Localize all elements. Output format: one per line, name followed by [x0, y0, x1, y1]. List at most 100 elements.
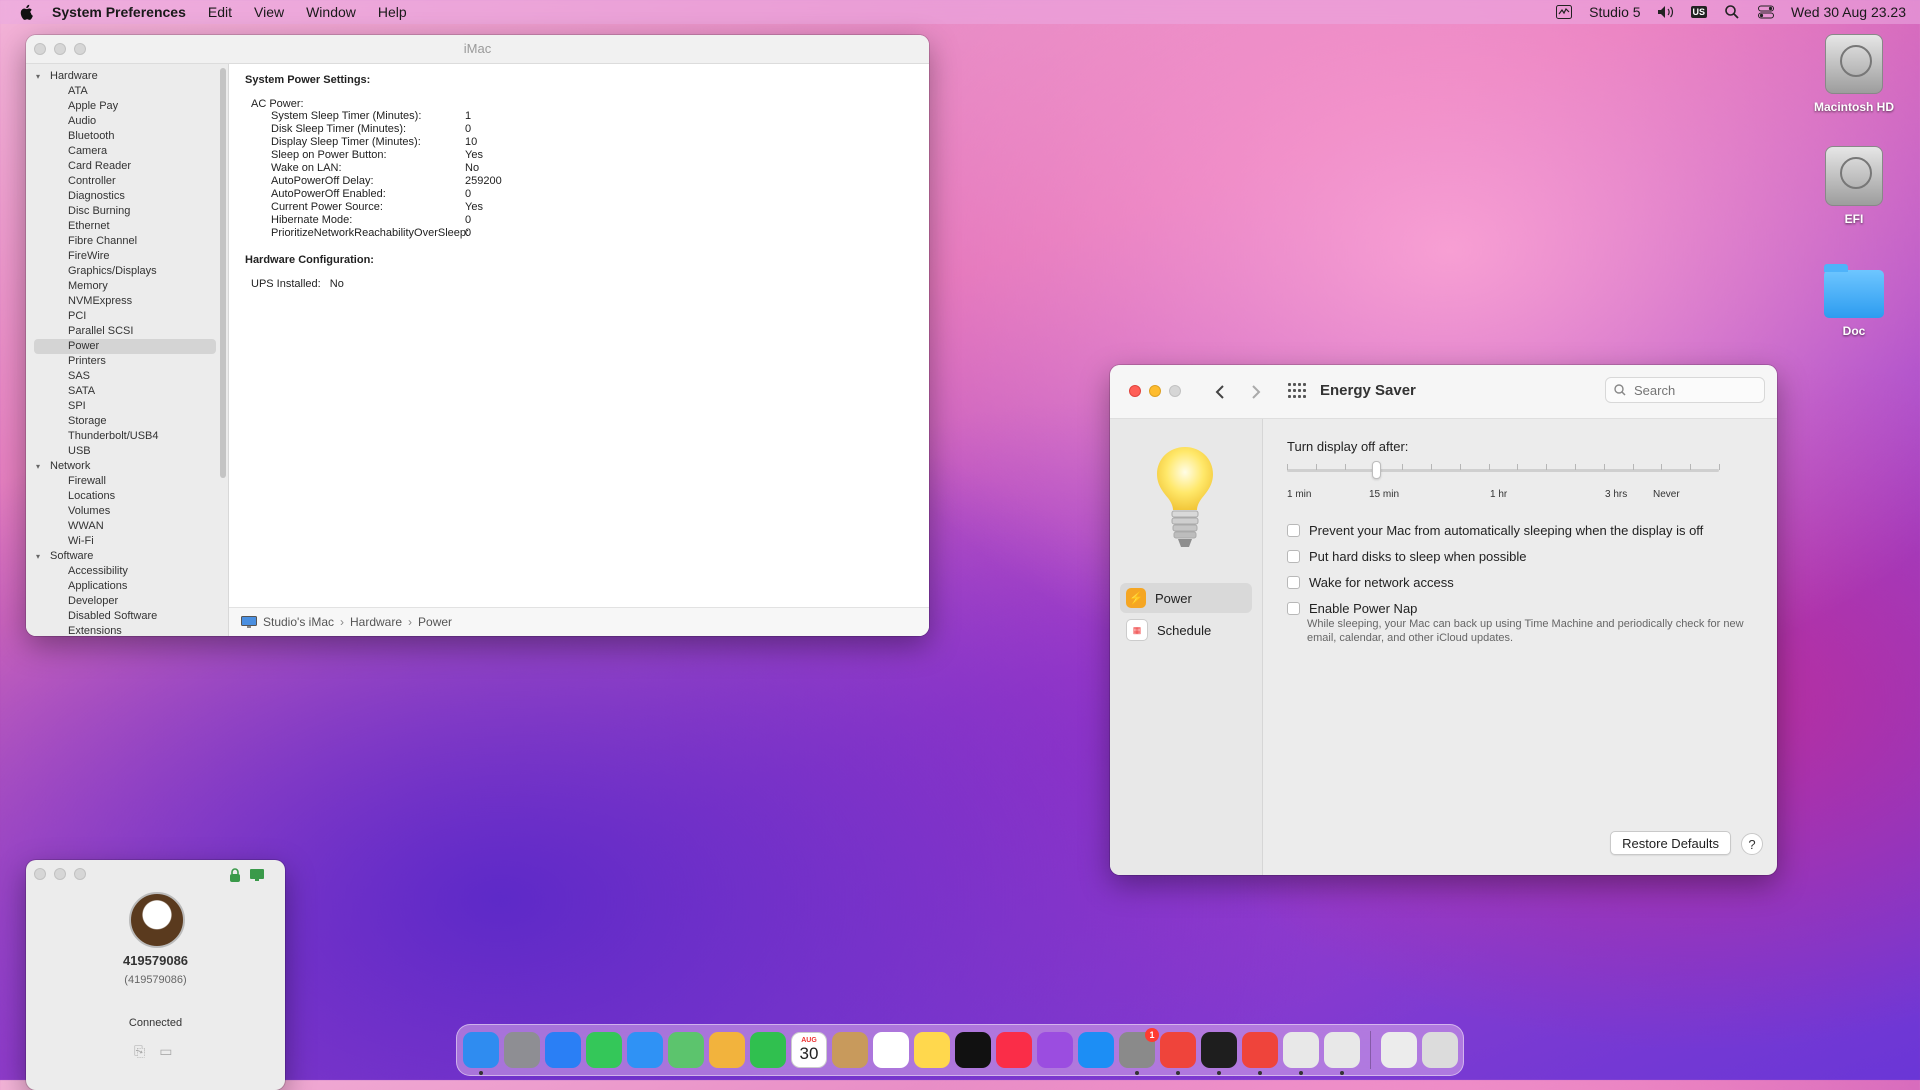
back-button[interactable] [1214, 384, 1226, 400]
tree-item[interactable]: Accessibility [26, 564, 228, 579]
tree-item[interactable]: Volumes [26, 504, 228, 519]
minimize-button[interactable] [1149, 385, 1161, 397]
system-preferences-icon[interactable]: 1 [1119, 1028, 1159, 1075]
menu-help[interactable]: Help [378, 4, 407, 20]
launchpad-icon[interactable] [504, 1032, 540, 1068]
tree-item[interactable]: Firewall [26, 474, 228, 489]
anydesk-remote-icon[interactable] [1242, 1032, 1278, 1075]
finder-icon[interactable] [463, 1032, 499, 1075]
tree-item[interactable]: Wi-Fi [26, 534, 228, 549]
tree-item[interactable]: Fibre Channel [26, 234, 228, 249]
restore-defaults-button[interactable]: Restore Defaults [1610, 831, 1731, 855]
tree-item[interactable]: PCI [26, 309, 228, 324]
messages-icon[interactable] [586, 1032, 622, 1068]
script-editor-icon[interactable] [1283, 1032, 1319, 1075]
tree-item[interactable]: Storage [26, 414, 228, 429]
control-center-icon[interactable] [1757, 4, 1775, 20]
tree-item[interactable]: Parallel SCSI [26, 324, 228, 339]
reminders-icon[interactable] [873, 1032, 909, 1068]
tree-item[interactable]: Locations [26, 489, 228, 504]
tree-item[interactable]: Developer [26, 594, 228, 609]
tree-item[interactable]: FireWire [26, 249, 228, 264]
window-toolbar[interactable]: Energy Saver [1110, 365, 1777, 419]
trash-icon[interactable] [1422, 1032, 1458, 1068]
tree-item[interactable]: WWAN [26, 519, 228, 534]
tree-item[interactable]: Apple Pay [26, 99, 228, 114]
safari-icon[interactable] [545, 1032, 581, 1068]
nav-item-schedule[interactable]: ▦ Schedule [1120, 615, 1252, 645]
breadcrumb-computer[interactable]: Studio's iMac [263, 615, 334, 629]
menu-edit[interactable]: Edit [208, 4, 232, 20]
tree-item[interactable]: Disc Burning [26, 204, 228, 219]
mail-icon[interactable] [627, 1032, 663, 1068]
search-field[interactable] [1605, 377, 1765, 403]
show-all-grid-icon[interactable] [1288, 383, 1306, 399]
terminal-icon[interactable] [1201, 1032, 1237, 1075]
disclosure-chevron-icon[interactable]: ▾ [36, 69, 46, 84]
tree-item[interactable]: ATA [26, 84, 228, 99]
sidebar-scrollbar[interactable] [220, 68, 226, 478]
tree-item[interactable]: SPI [26, 399, 228, 414]
prevent-sleep-option[interactable]: Prevent your Mac from automatically slee… [1287, 523, 1703, 538]
maps-icon[interactable] [668, 1032, 704, 1068]
tree-item[interactable]: Card Reader [26, 159, 228, 174]
display-off-slider-thumb[interactable] [1371, 461, 1381, 479]
wake-network-option[interactable]: Wake for network access [1287, 575, 1454, 590]
tree-item[interactable]: Printers [26, 354, 228, 369]
tree-item[interactable]: Ethernet [26, 219, 228, 234]
prevent-sleep-checkbox[interactable] [1287, 524, 1300, 537]
disclosure-chevron-icon[interactable]: ▾ [36, 549, 46, 564]
downloads-icon[interactable] [1381, 1032, 1417, 1068]
tree-item[interactable]: NVMExpress [26, 294, 228, 309]
desktop-icon-doc[interactable]: Doc [1804, 264, 1904, 338]
contacts-icon[interactable] [832, 1032, 868, 1068]
menubar-user-name[interactable]: Studio 5 [1589, 4, 1640, 20]
calendar-icon[interactable]: AUG 30 [791, 1032, 827, 1068]
tree-category[interactable]: ▾ Hardware [26, 69, 228, 84]
tree-item[interactable]: Thunderbolt/USB4 [26, 429, 228, 444]
music-icon[interactable] [996, 1032, 1032, 1068]
zoom-button[interactable] [1169, 385, 1181, 397]
apple-menu-icon[interactable] [18, 3, 36, 21]
keyboard-layout-badge[interactable]: US [1690, 6, 1708, 18]
tree-item[interactable]: Audio [26, 114, 228, 129]
tree-item[interactable]: Disabled Software [26, 609, 228, 624]
tree-category[interactable]: ▾ Network [26, 459, 228, 474]
facetime-icon[interactable] [750, 1032, 786, 1068]
tree-item[interactable]: Controller [26, 174, 228, 189]
power-nap-option[interactable]: Enable Power Nap [1287, 601, 1417, 616]
wake-network-checkbox[interactable] [1287, 576, 1300, 589]
lock-icon[interactable] [229, 868, 241, 882]
tree-item[interactable]: Graphics/Displays [26, 264, 228, 279]
desktop-icon-efi[interactable]: EFI [1804, 146, 1904, 226]
appstore-icon[interactable] [1078, 1032, 1114, 1068]
menubar-clock[interactable]: Wed 30 Aug 23.23 [1791, 4, 1906, 20]
appletv-icon[interactable] [955, 1032, 991, 1068]
nav-item-power[interactable]: ⚡ Power [1120, 583, 1252, 613]
menu-app-name[interactable]: System Preferences [52, 4, 186, 20]
podcasts-icon[interactable] [1037, 1032, 1073, 1068]
tree-item[interactable]: Extensions [26, 624, 228, 636]
power-nap-checkbox[interactable] [1287, 602, 1300, 615]
tree-item[interactable]: Diagnostics [26, 189, 228, 204]
display-icon[interactable] [249, 868, 265, 882]
activity-monitor-icon[interactable] [1555, 4, 1573, 20]
file-transfer-icon[interactable]: ⎘ [134, 1043, 145, 1060]
tree-item[interactable]: Memory [26, 279, 228, 294]
tree-item[interactable]: Power [34, 339, 216, 354]
disk-sleep-option[interactable]: Put hard disks to sleep when possible [1287, 549, 1527, 564]
desktop-icon-macintosh-hd[interactable]: Macintosh HD [1804, 34, 1904, 114]
forward-button[interactable] [1250, 384, 1262, 400]
tree-category[interactable]: ▾ Software [26, 549, 228, 564]
menu-view[interactable]: View [254, 4, 284, 20]
tree-item[interactable]: SATA [26, 384, 228, 399]
breadcrumb-power[interactable]: Power [418, 615, 452, 629]
tree-item[interactable]: Bluetooth [26, 129, 228, 144]
help-button[interactable]: ? [1741, 833, 1763, 855]
close-button[interactable] [34, 868, 46, 880]
breadcrumb-hardware[interactable]: Hardware [350, 615, 402, 629]
tree-item[interactable]: Camera [26, 144, 228, 159]
tree-item[interactable]: Applications [26, 579, 228, 594]
search-input[interactable] [1632, 381, 1756, 399]
minimize-button[interactable] [54, 868, 66, 880]
